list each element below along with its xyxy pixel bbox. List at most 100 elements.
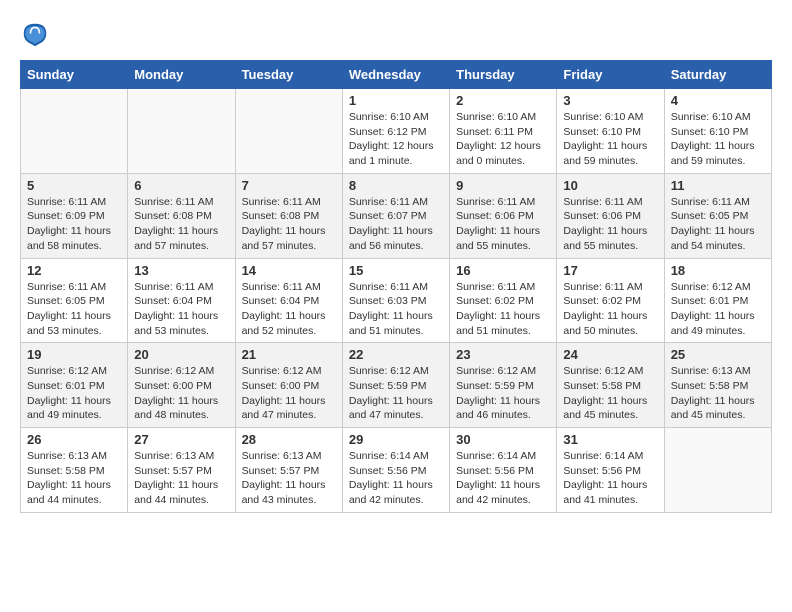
day-cell: 15 Sunrise: 6:11 AM Sunset: 6:03 PM Dayli… [342, 258, 449, 343]
day-info: Sunrise: 6:11 AM Sunset: 6:06 PM Dayligh… [456, 195, 550, 254]
day-info: Sunrise: 6:12 AM Sunset: 5:59 PM Dayligh… [349, 364, 443, 423]
day-cell: 1 Sunrise: 6:10 AM Sunset: 6:12 PM Daylig… [342, 89, 449, 174]
day-number: 13 [134, 263, 228, 278]
day-cell [128, 89, 235, 174]
day-cell: 29 Sunrise: 6:14 AM Sunset: 5:56 PM Dayli… [342, 428, 449, 513]
page-header [20, 20, 772, 50]
day-number: 7 [242, 178, 336, 193]
day-number: 2 [456, 93, 550, 108]
day-cell: 18 Sunrise: 6:12 AM Sunset: 6:01 PM Dayli… [664, 258, 771, 343]
day-number: 25 [671, 347, 765, 362]
day-info: Sunrise: 6:12 AM Sunset: 6:00 PM Dayligh… [134, 364, 228, 423]
day-cell: 20Sunrise: 6:12 AM Sunset: 6:00 PM Dayli… [128, 343, 235, 428]
header-cell-saturday: Saturday [664, 61, 771, 89]
day-cell: 25 Sunrise: 6:13 AM Sunset: 5:58 PM Dayli… [664, 343, 771, 428]
day-info: Sunrise: 6:12 AM Sunset: 5:59 PM Dayligh… [456, 364, 550, 423]
day-cell: 8 Sunrise: 6:11 AM Sunset: 6:07 PM Daylig… [342, 173, 449, 258]
day-number: 19 [27, 347, 121, 362]
day-info: Sunrise: 6:11 AM Sunset: 6:04 PM Dayligh… [242, 280, 336, 339]
day-cell: 9Sunrise: 6:11 AM Sunset: 6:06 PM Daylig… [450, 173, 557, 258]
day-info: Sunrise: 6:13 AM Sunset: 5:57 PM Dayligh… [242, 449, 336, 508]
week-row-2: 5Sunrise: 6:11 AM Sunset: 6:09 PM Daylig… [21, 173, 772, 258]
day-cell: 3 Sunrise: 6:10 AM Sunset: 6:10 PM Daylig… [557, 89, 664, 174]
day-number: 8 [349, 178, 443, 193]
day-cell: 13 Sunrise: 6:11 AM Sunset: 6:04 PM Dayli… [128, 258, 235, 343]
day-info: Sunrise: 6:12 AM Sunset: 6:00 PM Dayligh… [242, 364, 336, 423]
day-number: 30 [456, 432, 550, 447]
week-row-3: 12 Sunrise: 6:11 AM Sunset: 6:05 PM Dayli… [21, 258, 772, 343]
day-number: 29 [349, 432, 443, 447]
day-number: 16 [456, 263, 550, 278]
day-cell: 5Sunrise: 6:11 AM Sunset: 6:09 PM Daylig… [21, 173, 128, 258]
day-number: 24 [563, 347, 657, 362]
day-cell: 11 Sunrise: 6:11 AM Sunset: 6:05 PM Dayli… [664, 173, 771, 258]
day-cell: 14 Sunrise: 6:11 AM Sunset: 6:04 PM Dayli… [235, 258, 342, 343]
day-info: Sunrise: 6:13 AM Sunset: 5:58 PM Dayligh… [671, 364, 765, 423]
day-cell: 12 Sunrise: 6:11 AM Sunset: 6:05 PM Dayli… [21, 258, 128, 343]
day-number: 23 [456, 347, 550, 362]
day-number: 1 [349, 93, 443, 108]
logo-icon [20, 20, 50, 50]
day-cell: 30Sunrise: 6:14 AM Sunset: 5:56 PM Dayli… [450, 428, 557, 513]
week-row-1: 1 Sunrise: 6:10 AM Sunset: 6:12 PM Daylig… [21, 89, 772, 174]
day-cell: 4Sunrise: 6:10 AM Sunset: 6:10 PM Daylig… [664, 89, 771, 174]
calendar-table: SundayMondayTuesdayWednesdayThursdayFrid… [20, 60, 772, 513]
day-info: Sunrise: 6:10 AM Sunset: 6:10 PM Dayligh… [563, 110, 657, 169]
day-number: 18 [671, 263, 765, 278]
day-number: 21 [242, 347, 336, 362]
day-info: Sunrise: 6:13 AM Sunset: 5:58 PM Dayligh… [27, 449, 121, 508]
day-number: 31 [563, 432, 657, 447]
day-info: Sunrise: 6:11 AM Sunset: 6:04 PM Dayligh… [134, 280, 228, 339]
calendar-header: SundayMondayTuesdayWednesdayThursdayFrid… [21, 61, 772, 89]
day-info: Sunrise: 6:11 AM Sunset: 6:02 PM Dayligh… [563, 280, 657, 339]
day-cell: 10 Sunrise: 6:11 AM Sunset: 6:06 PM Dayli… [557, 173, 664, 258]
day-info: Sunrise: 6:12 AM Sunset: 6:01 PM Dayligh… [27, 364, 121, 423]
day-number: 11 [671, 178, 765, 193]
header-cell-thursday: Thursday [450, 61, 557, 89]
day-info: Sunrise: 6:11 AM Sunset: 6:05 PM Dayligh… [671, 195, 765, 254]
day-number: 15 [349, 263, 443, 278]
day-info: Sunrise: 6:11 AM Sunset: 6:08 PM Dayligh… [242, 195, 336, 254]
day-cell [21, 89, 128, 174]
day-info: Sunrise: 6:13 AM Sunset: 5:57 PM Dayligh… [134, 449, 228, 508]
day-cell: 21 Sunrise: 6:12 AM Sunset: 6:00 PM Dayli… [235, 343, 342, 428]
day-number: 6 [134, 178, 228, 193]
day-info: Sunrise: 6:11 AM Sunset: 6:09 PM Dayligh… [27, 195, 121, 254]
day-info: Sunrise: 6:11 AM Sunset: 6:08 PM Dayligh… [134, 195, 228, 254]
day-info: Sunrise: 6:10 AM Sunset: 6:12 PM Dayligh… [349, 110, 443, 169]
day-cell: 24 Sunrise: 6:12 AM Sunset: 5:58 PM Dayli… [557, 343, 664, 428]
header-cell-monday: Monday [128, 61, 235, 89]
header-cell-tuesday: Tuesday [235, 61, 342, 89]
day-number: 3 [563, 93, 657, 108]
day-info: Sunrise: 6:12 AM Sunset: 5:58 PM Dayligh… [563, 364, 657, 423]
day-info: Sunrise: 6:11 AM Sunset: 6:02 PM Dayligh… [456, 280, 550, 339]
day-info: Sunrise: 6:11 AM Sunset: 6:06 PM Dayligh… [563, 195, 657, 254]
day-cell: 31Sunrise: 6:14 AM Sunset: 5:56 PM Dayli… [557, 428, 664, 513]
day-cell: 19 Sunrise: 6:12 AM Sunset: 6:01 PM Dayli… [21, 343, 128, 428]
day-number: 12 [27, 263, 121, 278]
day-cell: 28 Sunrise: 6:13 AM Sunset: 5:57 PM Dayli… [235, 428, 342, 513]
day-cell: 16 Sunrise: 6:11 AM Sunset: 6:02 PM Dayli… [450, 258, 557, 343]
day-cell [235, 89, 342, 174]
day-number: 22 [349, 347, 443, 362]
day-number: 14 [242, 263, 336, 278]
day-cell: 22 Sunrise: 6:12 AM Sunset: 5:59 PM Dayli… [342, 343, 449, 428]
day-cell: 26 Sunrise: 6:13 AM Sunset: 5:58 PM Dayli… [21, 428, 128, 513]
day-cell [664, 428, 771, 513]
day-number: 27 [134, 432, 228, 447]
day-number: 26 [27, 432, 121, 447]
day-info: Sunrise: 6:11 AM Sunset: 6:07 PM Dayligh… [349, 195, 443, 254]
day-cell: 27 Sunrise: 6:13 AM Sunset: 5:57 PM Dayli… [128, 428, 235, 513]
day-info: Sunrise: 6:11 AM Sunset: 6:05 PM Dayligh… [27, 280, 121, 339]
day-info: Sunrise: 6:12 AM Sunset: 6:01 PM Dayligh… [671, 280, 765, 339]
day-cell: 23 Sunrise: 6:12 AM Sunset: 5:59 PM Dayli… [450, 343, 557, 428]
header-cell-sunday: Sunday [21, 61, 128, 89]
day-info: Sunrise: 6:11 AM Sunset: 6:03 PM Dayligh… [349, 280, 443, 339]
day-number: 4 [671, 93, 765, 108]
day-cell: 17 Sunrise: 6:11 AM Sunset: 6:02 PM Dayli… [557, 258, 664, 343]
day-info: Sunrise: 6:14 AM Sunset: 5:56 PM Dayligh… [349, 449, 443, 508]
day-number: 10 [563, 178, 657, 193]
day-number: 17 [563, 263, 657, 278]
day-number: 28 [242, 432, 336, 447]
day-cell: 6 Sunrise: 6:11 AM Sunset: 6:08 PM Daylig… [128, 173, 235, 258]
